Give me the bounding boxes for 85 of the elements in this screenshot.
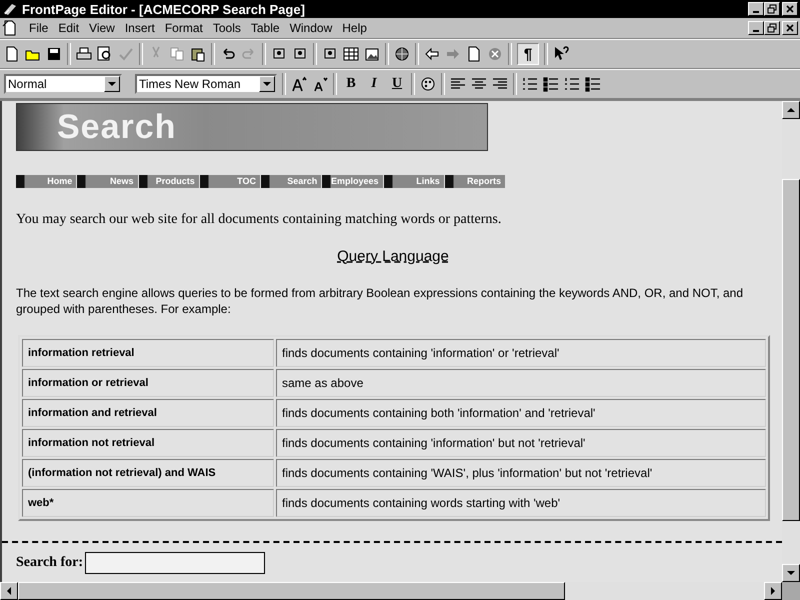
table-icon[interactable] [343,46,359,62]
menu-item[interactable]: Table [246,21,285,35]
print-preview-icon[interactable] [97,46,113,62]
bold-button[interactable]: B [342,76,360,92]
menu-item[interactable]: Window [284,21,338,35]
paste-icon[interactable] [190,46,206,62]
nav-link[interactable]: Search [261,175,322,188]
menu-item[interactable]: Insert [120,21,160,35]
minimize-icon [753,11,759,13]
scroll-down-button[interactable] [782,564,800,582]
scrollbar-corner [782,582,800,600]
table-cell: information retrieval [22,339,274,367]
table-cell: web* [22,489,274,517]
nav-link[interactable]: TOC [200,175,260,188]
italic-button[interactable]: I [365,76,383,92]
nav-link[interactable]: Links [384,175,444,188]
table-cell: information not retrieval [22,429,274,457]
close-button[interactable] [782,21,798,35]
scroll-right-button[interactable] [764,582,782,600]
description-text: The text search engine allows queries to be formed from arbitrary Boolean expressions containing the keywords AND, OR, and NOT, and grouped with parentheses. For example: [16,285,744,317]
table-cell: finds documents containing 'WAIS', plus 'information' but not 'retrieval' [276,459,766,487]
restore-button[interactable] [764,2,780,16]
intro-text: You may search our web site for all documents containing matching words or patterns. [16,212,502,228]
vertical-scrollbar[interactable] [782,101,800,582]
copy-icon[interactable] [169,46,185,62]
increase-font-size-icon[interactable] [291,76,307,92]
decrease-font-size-icon[interactable] [312,76,328,92]
close-icon [785,4,795,14]
nav-link[interactable]: Employees [322,175,382,188]
menu-item[interactable]: Edit [53,21,84,35]
back-arrow-icon[interactable] [424,46,440,62]
scroll-left-button[interactable] [0,582,18,600]
app-icon [2,1,18,17]
document-icon[interactable] [2,20,18,36]
restore-button[interactable] [764,21,780,35]
minimize-icon [753,30,759,32]
right-arrow-icon [771,587,775,595]
print-icon[interactable] [76,46,92,62]
menu-item[interactable]: Help [337,21,372,35]
bulleted-list-icon[interactable] [543,76,559,92]
help-pointer-icon[interactable] [553,46,569,62]
up-arrow-icon [787,108,795,112]
nav-link[interactable]: Reports [444,175,505,188]
table-cell: information and retrieval [22,399,274,427]
horizontal-scrollbar[interactable] [0,582,800,600]
table-cell: finds documents containing 'information' but not 'retrieval' [276,429,766,457]
style-dropdown[interactable]: Normal [4,74,122,94]
table-cell: information or retrieval [22,369,274,397]
dropdown-arrow-icon [263,82,271,86]
menu-item[interactable]: Tools [208,21,246,35]
table-cell: finds documents containing 'information' or 'retrieval' [276,339,766,367]
palette-icon[interactable] [420,76,436,92]
left-arrow-icon [7,587,11,595]
save-icon[interactable] [46,46,62,62]
scroll-up-button[interactable] [782,101,800,119]
menu-item[interactable]: View [84,21,120,35]
underline-button[interactable]: U [388,76,406,92]
nav-link[interactable]: Products [138,175,199,188]
table-cell: finds documents containing words starting with 'web' [276,489,766,517]
nav-link[interactable]: Home [16,175,76,188]
table-cell: same as above [276,369,766,397]
dropdown-arrow-icon [108,82,116,86]
menu-item[interactable]: Format [160,21,208,35]
show-paragraph-marks-button[interactable]: ¶ [517,43,539,65]
nav-link[interactable]: News [77,175,138,188]
minimize-button[interactable] [748,2,764,16]
table-cell: (information not retrieval) and WAIS [22,459,274,487]
search-field[interactable] [85,552,265,574]
numbered-list-icon[interactable] [522,76,538,92]
search-label: Search for: [16,555,83,571]
minimize-button[interactable] [748,21,764,35]
banner-title: Search [57,108,176,146]
close-icon [785,23,795,33]
section-heading: Query Language [336,248,450,265]
scroll-thumb[interactable] [782,179,800,521]
image-icon[interactable] [364,46,380,62]
down-arrow-icon [787,571,795,575]
scroll-thumb[interactable] [18,582,565,600]
window-title: FrontPage Editor - [ACMECORP Search Page] [22,2,305,16]
menu-item[interactable]: File [24,21,54,35]
font-dropdown[interactable]: Times New Roman [135,74,277,94]
close-button[interactable] [782,2,798,16]
new-page-icon[interactable] [4,46,20,62]
table-cell: finds documents containing both 'information' and 'retrieval' [276,399,766,427]
stop-icon[interactable] [487,46,503,62]
